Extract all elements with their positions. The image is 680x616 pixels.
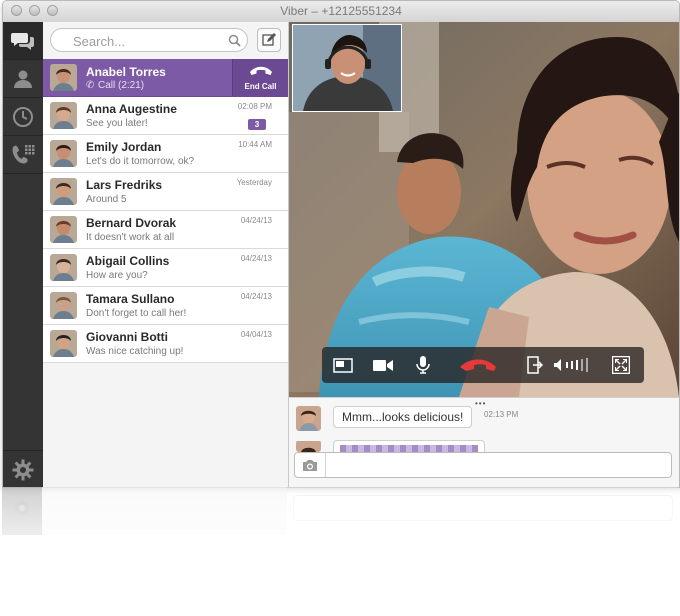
contact-last-message: How are you? [86, 270, 148, 281]
end-call-button[interactable]: End Call [232, 59, 288, 96]
compose-button[interactable] [257, 28, 281, 52]
message-timestamp: 02:13 PM [484, 410, 519, 419]
hang-up-icon [460, 359, 496, 371]
contact-last-message: Was nice catching up! [86, 346, 184, 357]
reflection-fade [2, 487, 678, 597]
contact-avatar [50, 178, 77, 205]
contact-avatar [50, 64, 77, 91]
contact-avatar [50, 330, 77, 357]
message-avatar [296, 406, 321, 431]
mute-button[interactable] [408, 353, 438, 377]
contacts-icon [14, 70, 32, 88]
reflection-rail [2, 487, 42, 535]
volume-control[interactable] [554, 353, 594, 377]
compose-icon [262, 33, 276, 46]
window-reflection [2, 487, 678, 597]
rail-chats[interactable] [3, 22, 43, 60]
contact-name: Giovanni Botti [86, 330, 168, 344]
contacts-panel: Anabel Torres✆Call (2:21) End Call Anna … [43, 22, 289, 487]
fullscreen-button[interactable] [606, 353, 636, 377]
contact-row[interactable]: Anabel Torres ✆ Call (2:21) End Call [43, 59, 288, 97]
window-title: Viber – +12125551234 [280, 4, 402, 18]
video-call-view [289, 22, 679, 397]
contact-row[interactable]: Tamara Sullano Don't forget to call her! 0… [43, 287, 288, 325]
send-photo-button[interactable] [295, 453, 326, 477]
dialpad-icon [12, 144, 35, 163]
message-avatar [296, 440, 321, 452]
hang-up-icon [250, 66, 272, 75]
rail-contacts[interactable] [3, 60, 43, 98]
chat-bubbles-icon [11, 32, 34, 50]
gear-icon [12, 459, 34, 480]
call-controls [322, 347, 644, 383]
contact-row[interactable]: Bernard Dvorak It doesn't work at all 04/2… [43, 211, 288, 249]
contact-timestamp: 10:44 AM [238, 140, 272, 149]
recents-clock-icon [13, 106, 33, 127]
contact-row[interactable]: Giovanni Botti Was nice catching up! 04/04… [43, 325, 288, 363]
pip-toggle-icon [333, 357, 353, 373]
resize-grip[interactable]: ••• [475, 399, 486, 408]
contact-row[interactable]: Anna Augestine See you later! 02:08 PM 3 [43, 97, 288, 135]
contact-timestamp: 02:08 PM [237, 102, 272, 111]
rail-dialpad[interactable] [3, 136, 43, 174]
contact-timestamp: 04/24/13 [240, 292, 272, 301]
contact-last-message: Don't forget to call her! [86, 308, 187, 319]
contact-avatar [50, 254, 77, 281]
video-camera-icon [373, 359, 393, 371]
camera-icon [303, 459, 317, 471]
contact-name: Lars Fredriks [86, 178, 163, 192]
contact-last-message: ✆ Call (2:21) [86, 80, 145, 91]
contact-name: Anna Augestine [86, 102, 177, 116]
contact-avatar [50, 292, 77, 319]
contact-avatar [50, 102, 77, 129]
pip-toggle-button[interactable] [328, 353, 358, 377]
fullscreen-icon [612, 356, 630, 374]
contact-avatar [50, 140, 77, 167]
chat-panel: ••• Mmm...looks delicious! 02:13 PM [289, 397, 679, 487]
contact-avatar [50, 216, 77, 243]
reflection-contacts [42, 487, 287, 535]
search-box [50, 28, 248, 52]
volume-icon [554, 358, 588, 372]
hang-up-button[interactable] [450, 353, 506, 377]
contact-last-message: It doesn't work at all [86, 232, 175, 243]
reflection-composer [293, 495, 673, 521]
transfer-call-button[interactable] [522, 353, 548, 377]
local-video-feed [293, 25, 401, 111]
contact-list: Anabel Torres ✆ Call (2:21) End Call Anna … [43, 59, 288, 363]
contact-row[interactable]: Lars Fredriks Around 5 Yesterday [43, 173, 288, 211]
contact-row[interactable]: Abigail Collins How are you? 04/24/13 [43, 249, 288, 287]
self-view-pip[interactable] [292, 24, 402, 112]
contact-timestamp: 04/04/13 [240, 330, 272, 339]
unread-badge: 3 [248, 119, 266, 130]
message-input[interactable] [329, 456, 663, 476]
contact-name: Emily Jordan [86, 140, 162, 154]
contact-name: Anabel Torres [86, 65, 166, 79]
message-composer [294, 452, 672, 478]
contact-last-message: Let's do it tomorrow, ok? [86, 156, 195, 167]
gear-icon [15, 501, 29, 515]
contact-timestamp: Yesterday [236, 178, 272, 187]
contact-timestamp: 04/24/13 [240, 216, 272, 225]
viber-window: Viber – +12125551234 Search... Anabel To… [2, 0, 680, 488]
contact-row[interactable]: Emily Jordan Let's do it tomorrow, ok? 10:… [43, 135, 288, 173]
microphone-icon [416, 356, 430, 374]
message-bubble: Mmm...looks delicious! [333, 406, 473, 428]
contact-last-message: Around 5 [86, 194, 127, 205]
contact-last-message: See you later! [86, 118, 148, 129]
rail-settings[interactable] [3, 450, 43, 487]
search-icon [228, 34, 241, 47]
contact-name: Tamara Sullano [86, 292, 175, 306]
title-bar: Viber – +12125551234 [3, 1, 679, 23]
contact-name: Abigail Collins [86, 254, 170, 268]
video-toggle-button[interactable] [368, 353, 398, 377]
contact-name: Bernard Dvorak [86, 216, 177, 230]
transfer-icon [527, 356, 543, 374]
contact-timestamp: 04/24/13 [240, 254, 272, 263]
phone-icon: ✆ [86, 80, 95, 91]
nav-rail [3, 22, 43, 487]
rail-recents[interactable] [3, 98, 43, 136]
search-input[interactable] [71, 31, 225, 51]
